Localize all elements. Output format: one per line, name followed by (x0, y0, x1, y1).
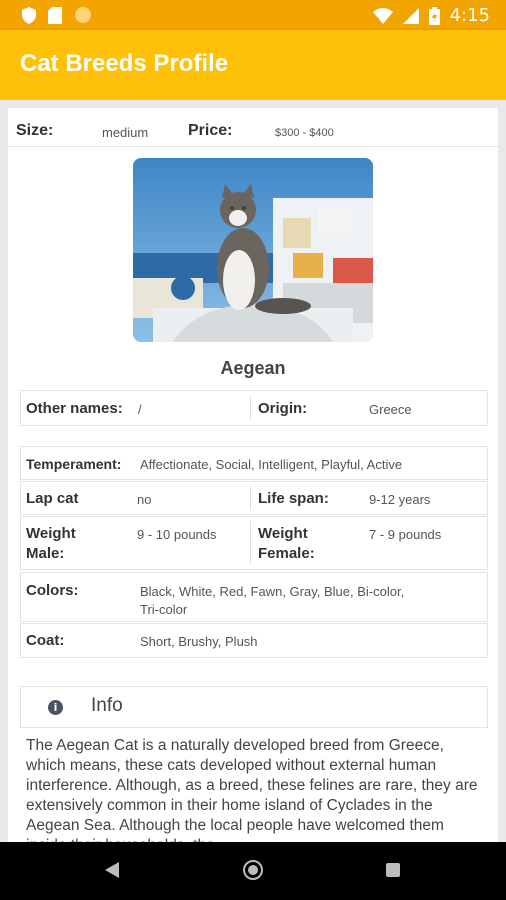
weight-male-label-line2: Male: (26, 545, 65, 562)
colors-value-line2: Tri-color (140, 602, 188, 617)
weight-female-value: 7 - 9 pounds (369, 527, 442, 542)
weight-male-label-line1: Weight (26, 525, 76, 542)
size-value: medium (102, 125, 149, 140)
recent-apps-icon[interactable] (386, 863, 400, 877)
info-icon: i (48, 700, 63, 715)
circle-notification-icon (75, 7, 91, 23)
temperament-label: Temperament: (26, 456, 122, 472)
cat-photo (133, 158, 373, 342)
scroll-content[interactable]: Size: medium Price: $300 - $400 Aegean O… (0, 100, 506, 842)
back-icon[interactable] (105, 862, 119, 878)
breed-name: Aegean (220, 358, 286, 378)
app-bar: Cat Breeds Profile (0, 30, 506, 100)
other-names-value: / (138, 402, 142, 417)
size-price-row: Size: medium Price: $300 - $400 (8, 122, 498, 147)
app-title: Cat Breeds Profile (20, 50, 229, 77)
other-names-label: Other names: (26, 400, 123, 417)
other-names-origin-row: Other names: / Origin: Greece (20, 390, 488, 426)
lapcat-value: no (137, 492, 152, 507)
status-right: 4:15 (372, 5, 490, 26)
navigation-bar (0, 842, 506, 900)
size-label: Size: (16, 122, 54, 139)
lapcat-lifespan-row: Lap cat no Life span: 9-12 years (20, 481, 488, 515)
weight-row: Weight Male: 9 - 10 pounds Weight Female… (20, 516, 488, 570)
coat-value: Short, Brushy, Plush (140, 634, 258, 649)
origin-value: Greece (369, 402, 412, 417)
coat-row: Coat: Short, Brushy, Plush (20, 623, 488, 658)
cat-photo-image (133, 158, 373, 342)
colors-row: Colors: Black, White, Red, Fawn, Gray, B… (20, 572, 488, 622)
colors-value-line1: Black, White, Red, Fawn, Gray, Blue, Bi-… (140, 584, 405, 599)
info-title: Info (91, 695, 123, 716)
price-label: Price: (188, 122, 233, 139)
origin-label: Origin: (258, 400, 308, 417)
weight-female-label-line1: Weight (258, 525, 308, 542)
sd-card-icon (48, 6, 62, 24)
lifespan-value: 9-12 years (369, 492, 431, 507)
signal-icon (402, 7, 419, 24)
home-icon[interactable] (243, 860, 263, 880)
divider (250, 486, 251, 510)
lapcat-label: Lap cat (26, 490, 79, 507)
info-text: The Aegean Cat is a naturally developed … (26, 737, 478, 842)
temperament-value: Affectionate, Social, Intelligent, Playf… (140, 457, 403, 472)
lifespan-label: Life span: (258, 490, 329, 507)
colors-label: Colors: (26, 582, 79, 599)
divider (250, 395, 251, 421)
battery-icon (428, 6, 440, 25)
weight-male-value: 9 - 10 pounds (137, 527, 217, 542)
wifi-icon (372, 7, 393, 24)
status-bar: 4:15 (0, 0, 506, 30)
shield-icon (22, 6, 36, 24)
info-header: i Info (20, 686, 488, 728)
status-left-icons (22, 6, 92, 24)
status-time: 4:15 (449, 5, 490, 26)
price-value: $300 - $400 (275, 127, 334, 139)
divider (250, 521, 251, 565)
weight-female-label-line2: Female: (258, 545, 315, 562)
coat-label: Coat: (26, 632, 65, 649)
temperament-row: Temperament: Affectionate, Social, Intel… (20, 446, 488, 480)
breed-card: Size: medium Price: $300 - $400 Aegean O… (8, 108, 498, 842)
